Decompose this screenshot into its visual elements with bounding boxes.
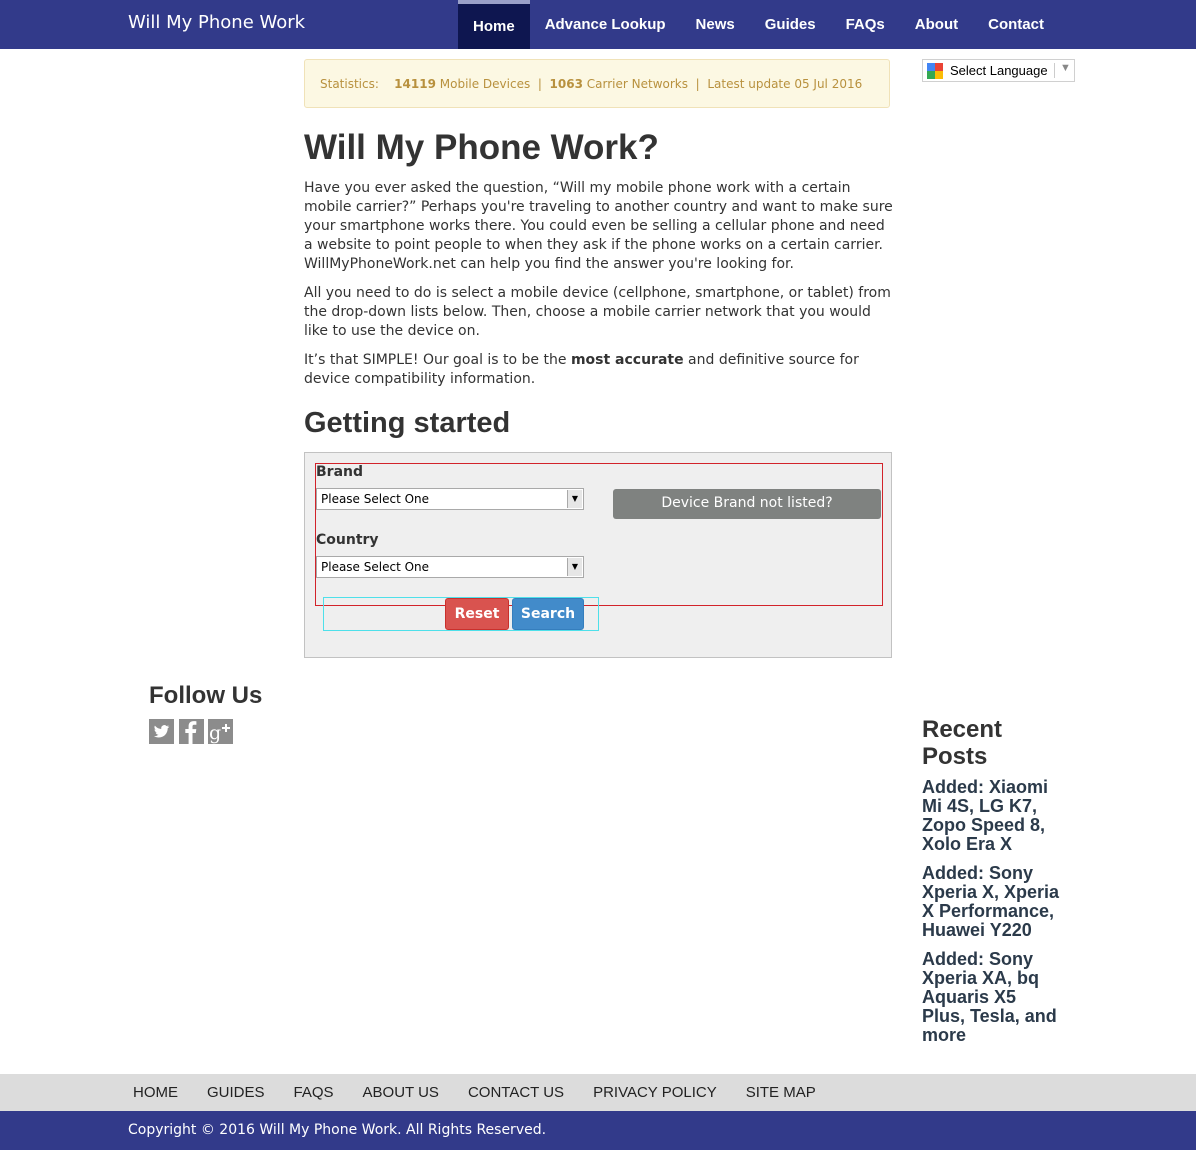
top-navbar: Will My Phone Work Home Advance Lookup N… xyxy=(0,0,1196,49)
intro-bold-text: most accurate xyxy=(570,352,684,368)
svg-text:g: g xyxy=(209,722,221,744)
search-button[interactable]: Search xyxy=(512,598,584,630)
stats-carriers-label: Carrier Networks xyxy=(586,77,688,91)
footer-link-faqs[interactable]: FAQS xyxy=(294,1074,334,1111)
google-translate-icon xyxy=(927,63,943,79)
recent-posts-list: Added: Xiaomi Mi 4S, LG K7, Zopo Speed 8… xyxy=(922,778,1062,1055)
brand-label: Brand xyxy=(316,464,364,480)
search-form: Brand Please Select One ▼ Device Brand n… xyxy=(304,452,892,658)
language-label: Select Language xyxy=(950,63,1048,78)
footer-nav: HOME GUIDES FAQS ABOUT US CONTACT US PRI… xyxy=(0,1074,1196,1111)
language-selector[interactable]: Select Language ▼ xyxy=(922,59,1075,82)
brand-select[interactable]: Please Select One ▼ xyxy=(316,488,584,510)
footer-link-contact-us[interactable]: CONTACT US xyxy=(468,1074,564,1111)
site-brand-link[interactable]: Will My Phone Work xyxy=(128,12,305,33)
nav-contact[interactable]: Contact xyxy=(973,0,1059,49)
recent-post-link[interactable]: Added: Xiaomi Mi 4S, LG K7, Zopo Speed 8… xyxy=(922,778,1062,854)
page-title: Will My Phone Work? xyxy=(304,128,659,167)
intro-text: Have you ever asked the question, “Will … xyxy=(304,179,894,399)
reset-button[interactable]: Reset xyxy=(445,598,509,630)
footer-link-site-map[interactable]: SITE MAP xyxy=(746,1074,816,1111)
stats-update: Latest update 05 Jul 2016 xyxy=(707,77,863,91)
recent-posts-title: Recent Posts xyxy=(922,716,1003,770)
stats-devices-label: Mobile Devices xyxy=(439,77,531,91)
intro-text-part: It’s that SIMPLE! Our goal is to be the xyxy=(304,352,571,368)
nav-faqs[interactable]: FAQs xyxy=(831,0,900,49)
stats-separator: | xyxy=(695,77,700,91)
twitter-icon[interactable] xyxy=(149,719,174,744)
nav-advance-lookup[interactable]: Advance Lookup xyxy=(530,0,681,49)
facebook-icon[interactable] xyxy=(179,719,204,744)
footer-link-about-us[interactable]: ABOUT US xyxy=(363,1074,439,1111)
country-label: Country xyxy=(316,532,379,548)
nav-about[interactable]: About xyxy=(900,0,973,49)
footer-link-guides[interactable]: GUIDES xyxy=(207,1074,265,1111)
brand-select-value: Please Select One xyxy=(321,492,430,506)
google-plus-icon[interactable]: g xyxy=(208,719,233,744)
stats-carriers-count: 1063 xyxy=(549,77,583,91)
stats-separator: | xyxy=(537,77,542,91)
country-select[interactable]: Please Select One ▼ xyxy=(316,556,584,578)
follow-us-title: Follow Us xyxy=(149,682,263,709)
recent-post-link[interactable]: Added: Sony Xperia X, Xperia X Performan… xyxy=(922,864,1062,940)
footer-link-home[interactable]: HOME xyxy=(133,1074,178,1111)
chevron-down-icon: ▼ xyxy=(567,490,582,508)
chevron-down-icon: ▼ xyxy=(1060,62,1071,74)
stats-prefix: Statistics: xyxy=(320,77,379,91)
intro-paragraph: Have you ever asked the question, “Will … xyxy=(304,180,893,272)
country-select-value: Please Select One xyxy=(321,560,430,574)
intro-paragraph: It’s that SIMPLE! Our goal is to be the … xyxy=(304,351,894,389)
chevron-down-icon: ▼ xyxy=(567,558,582,576)
footer-links: HOME GUIDES FAQS ABOUT US CONTACT US PRI… xyxy=(133,1074,845,1111)
copyright-text: Copyright © 2016 Will My Phone Work. All… xyxy=(128,1122,547,1138)
nav-news[interactable]: News xyxy=(681,0,750,49)
brand-not-listed-button[interactable]: Device Brand not listed? xyxy=(613,489,881,519)
recent-post-link[interactable]: Added: Sony Xperia XA, bq Aquaris X5 Plu… xyxy=(922,950,1062,1045)
form-fields-outline xyxy=(315,463,883,606)
footer-link-privacy-policy[interactable]: PRIVACY POLICY xyxy=(593,1074,717,1111)
intro-paragraph: All you need to do is select a mobile de… xyxy=(304,285,891,339)
statistics-bar: Statistics: 14119 Mobile Devices | 1063 … xyxy=(304,59,890,108)
section-title: Getting started xyxy=(304,407,511,439)
main-nav: Home Advance Lookup News Guides FAQs Abo… xyxy=(458,0,1059,49)
nav-guides[interactable]: Guides xyxy=(750,0,831,49)
language-divider xyxy=(1054,63,1055,78)
copyright-bar: Copyright © 2016 Will My Phone Work. All… xyxy=(0,1111,1196,1150)
stats-devices-count: 14119 xyxy=(394,77,436,91)
nav-home[interactable]: Home xyxy=(458,0,530,49)
